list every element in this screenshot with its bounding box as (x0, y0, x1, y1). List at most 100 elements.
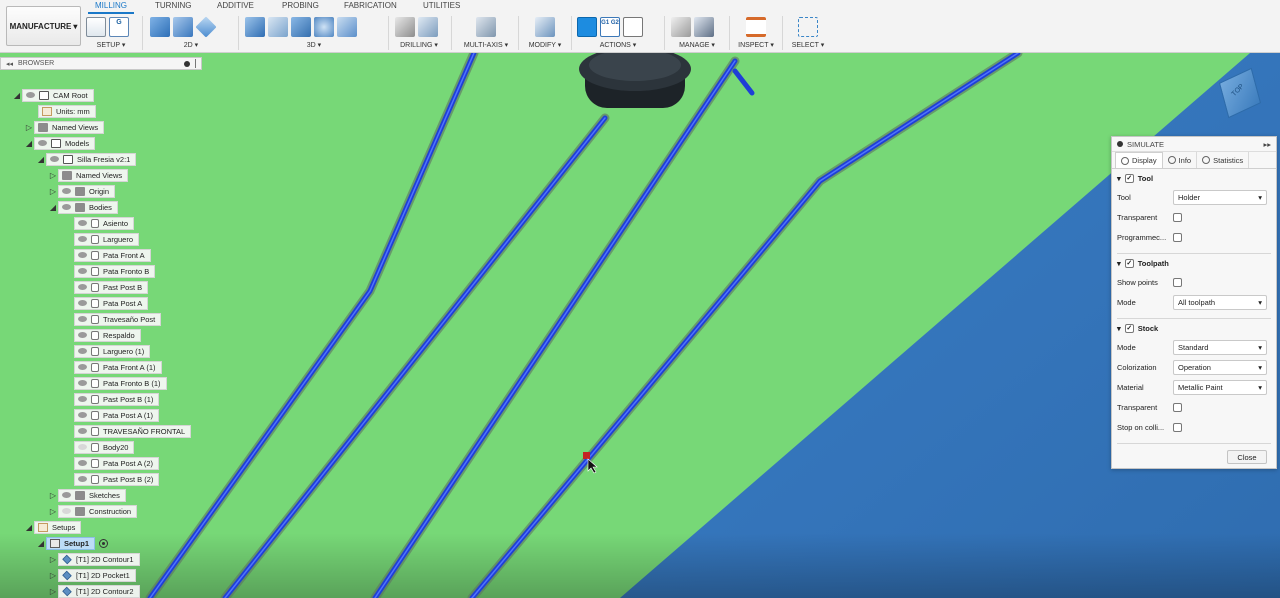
browser-node-box[interactable]: Models (34, 136, 96, 150)
face-icon[interactable] (195, 16, 217, 38)
browser-node[interactable]: Pata Post A (1) (64, 408, 160, 422)
visibility-eye-icon[interactable] (78, 380, 87, 386)
browser-node-box[interactable]: Pata Fronto B (1) (74, 376, 167, 390)
expand-panel-icon[interactable]: ▸▸ (1263, 140, 1271, 149)
tool-section-header[interactable]: ▾ ✓ Tool (1117, 169, 1271, 187)
browser-node-box[interactable]: [T1] 2D Contour1 (58, 552, 140, 566)
tool-visible-checkbox[interactable]: ✓ (1124, 173, 1134, 183)
browser-node-box[interactable]: Named Views (58, 168, 129, 182)
close-button[interactable]: Close (1227, 450, 1267, 464)
tab-utilities[interactable]: UTILITIES (423, 1, 460, 10)
expanded-icon[interactable]: ◢ (36, 539, 46, 548)
stock-section-header[interactable]: ▾ ✓ Stock (1117, 319, 1271, 337)
browser-node-box[interactable]: Construction (58, 504, 138, 518)
expand-icon[interactable]: ▷ (24, 123, 34, 132)
browser-node-box[interactable]: Sketches (58, 488, 126, 502)
visibility-eye-icon[interactable] (78, 348, 87, 354)
browser-node[interactable]: ▷ Origin (48, 184, 116, 198)
inspect-group-label[interactable]: INSPECT ▾ (736, 41, 776, 49)
visibility-eye-icon[interactable] (78, 268, 87, 274)
browser-node-box[interactable]: Pata Post A (2) (74, 456, 160, 470)
expanded-icon[interactable]: ◢ (48, 203, 58, 212)
browser-node-box[interactable]: Larguero (1) (74, 344, 151, 358)
tab-info[interactable]: Info (1163, 152, 1198, 168)
browser-node-box[interactable]: Named Views (34, 120, 105, 134)
tool-transparent-checkbox[interactable] (1173, 212, 1182, 222)
hole-recognition-icon[interactable] (418, 17, 438, 37)
visibility-eye-icon[interactable] (78, 476, 87, 482)
3d-group-label[interactable]: 3D ▾ (245, 41, 383, 49)
browser-menu-icon[interactable] (195, 59, 196, 68)
browser-node-box[interactable]: Units: mm (38, 104, 96, 118)
setup-sheet-icon[interactable] (623, 17, 643, 37)
visibility-eye-icon[interactable] (38, 140, 47, 146)
visibility-eye-icon[interactable] (78, 460, 87, 466)
visibility-eye-icon[interactable] (78, 300, 87, 306)
parallel-icon[interactable] (291, 17, 311, 37)
browser-node[interactable]: ◢ Setup1 (36, 536, 109, 550)
browser-node-box[interactable]: [T1] 2D Pocket1 (58, 568, 136, 582)
browser-node[interactable]: ◢ Bodies (48, 200, 118, 214)
manage-group-label[interactable]: MANAGE ▾ (671, 41, 723, 49)
browser-node[interactable]: Units: mm (28, 104, 96, 118)
expanded-icon[interactable]: ◢ (12, 91, 22, 100)
browser-node-box[interactable]: Travesaño Post (74, 312, 162, 326)
collapse-panel-icon[interactable]: ◂◂ (6, 60, 13, 68)
expanded-icon[interactable]: ◢ (24, 523, 34, 532)
2d-group-label[interactable]: 2D ▾ (150, 41, 232, 49)
visibility-eye-icon[interactable] (78, 332, 87, 338)
browser-node[interactable]: ▷ Sketches (48, 488, 126, 502)
browser-node-box[interactable]: Bodies (58, 200, 118, 214)
2d-adaptive-icon[interactable] (150, 17, 170, 37)
browser-node[interactable]: ▷ Named Views (24, 120, 105, 134)
select-group-label[interactable]: SELECT ▾ (788, 41, 828, 49)
browser-node-box[interactable]: Pata Post A (1) (74, 408, 160, 422)
browser-node-box[interactable]: Origin (58, 184, 116, 198)
browser-node[interactable]: Pata Post A (64, 296, 149, 310)
browser-node-box[interactable]: Pata Front A (74, 248, 151, 262)
folder-setup-icon[interactable] (86, 17, 106, 37)
tab-additive[interactable]: ADDITIVE (217, 1, 254, 10)
visibility-eye-icon[interactable] (78, 252, 87, 258)
stop-on-collision-checkbox[interactable] (1173, 422, 1182, 432)
browser-node[interactable]: ◢ Silla Fresia v2:1 (36, 152, 137, 166)
browser-node-box[interactable]: CAM Root (22, 88, 94, 102)
tool-select[interactable]: Holder ▾ (1173, 189, 1267, 205)
tab-milling[interactable]: MILLING (95, 1, 127, 10)
gcode-setup-icon[interactable]: G (109, 17, 129, 37)
scallop-icon[interactable] (337, 17, 357, 37)
tab-fabrication[interactable]: FABRICATION (344, 1, 397, 10)
expand-icon[interactable]: ▷ (48, 507, 58, 516)
expand-icon[interactable]: ▷ (48, 187, 58, 196)
stock-mode-select[interactable]: Standard ▾ (1173, 339, 1267, 355)
stock-visible-checkbox[interactable]: ✓ (1124, 323, 1134, 333)
material-select[interactable]: Metallic Paint ▾ (1173, 379, 1267, 395)
browser-node[interactable]: ▷ Construction (48, 504, 138, 518)
toolpath-mode-select[interactable]: All toolpath ▾ (1173, 294, 1267, 310)
browser-node[interactable]: ▷ [T1] 2D Pocket1 (48, 568, 136, 582)
visibility-eye-icon[interactable] (78, 284, 87, 290)
viewcube[interactable]: TOP (1214, 67, 1268, 121)
browser-node[interactable]: Asiento (64, 216, 135, 230)
browser-node[interactable]: Body20 (64, 440, 135, 454)
visibility-eye-icon[interactable] (78, 412, 87, 418)
browser-node[interactable]: ▷ Named Views (48, 168, 129, 182)
browser-node-box[interactable]: Past Post B (74, 280, 149, 294)
browser-node[interactable]: TRAVESAÑO FRONTAL (64, 424, 192, 438)
browser-node-box[interactable]: Pata Fronto B (74, 264, 156, 278)
browser-node-box[interactable]: Larguero (74, 232, 140, 246)
measure-icon[interactable] (746, 17, 766, 37)
browser-node[interactable]: ◢ Models (24, 136, 96, 150)
workspace-switcher[interactable]: MANUFACTURE ▾ (6, 6, 81, 46)
expand-icon[interactable]: ▷ (48, 491, 58, 500)
browser-node[interactable]: Larguero (1) (64, 344, 151, 358)
drill-icon[interactable] (395, 17, 415, 37)
browser-node[interactable]: ▷ [T1] 2D Contour2 (48, 584, 140, 598)
tab-probing[interactable]: PROBING (282, 1, 319, 10)
browser-pin-icon[interactable] (184, 60, 190, 67)
browser-node[interactable]: Past Post B (64, 280, 149, 294)
show-points-checkbox[interactable] (1173, 277, 1182, 287)
browser-node-box[interactable]: Pata Front A (1) (74, 360, 162, 374)
browser-node[interactable]: Travesaño Post (64, 312, 162, 326)
browser-node-box[interactable]: Setups (34, 520, 82, 534)
